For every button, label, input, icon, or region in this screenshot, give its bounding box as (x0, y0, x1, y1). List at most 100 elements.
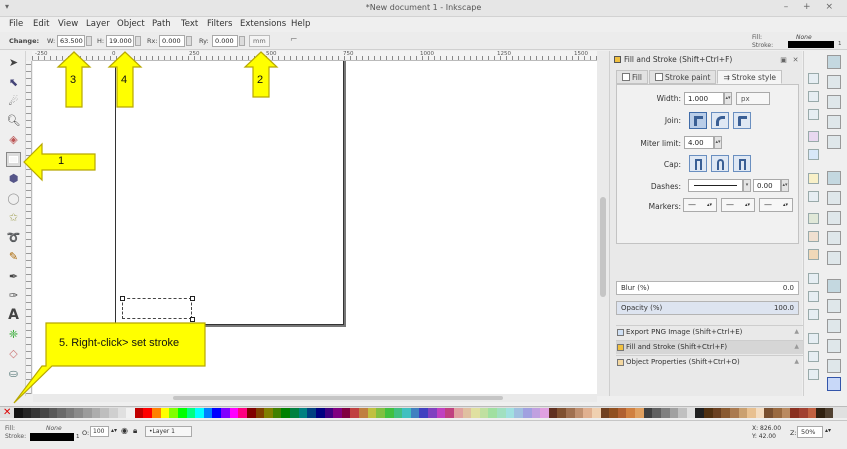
palette-swatch[interactable] (272, 408, 282, 418)
snap-bbox-midpoints-icon[interactable] (827, 135, 841, 149)
rect-height-spinner[interactable] (135, 36, 141, 46)
fill-stroke-section[interactable]: Fill and Stroke (Shift+Ctrl+F) ▲ (616, 340, 803, 354)
palette-swatch[interactable] (48, 408, 58, 418)
pen-tool-icon[interactable]: ✒ (6, 269, 21, 284)
palette-swatch[interactable] (74, 408, 83, 418)
rectangle-tool-icon[interactable] (6, 152, 21, 167)
measure-tool-icon[interactable]: ◈ (6, 132, 21, 147)
menu-help[interactable]: Help (291, 19, 310, 29)
status-fill-value[interactable]: None (46, 425, 62, 432)
palette-swatch[interactable] (307, 408, 316, 418)
palette-swatch[interactable] (531, 408, 541, 418)
snap-page-border-icon[interactable] (827, 359, 841, 373)
snap-cusp-nodes-icon[interactable] (827, 231, 841, 245)
mid-marker-select[interactable]: — ▴▾ (721, 198, 755, 212)
palette-swatch[interactable] (678, 408, 687, 418)
palette-swatch[interactable] (824, 408, 834, 418)
open-document-icon[interactable] (808, 91, 819, 102)
palette-swatch[interactable] (781, 408, 791, 418)
palette-swatch[interactable] (281, 408, 290, 418)
eraser-tool-icon[interactable]: ◇ (6, 346, 21, 361)
palette-swatch[interactable] (773, 408, 782, 418)
palette-swatch[interactable] (169, 408, 178, 418)
palette-swatch[interactable] (721, 408, 730, 418)
group-icon[interactable] (808, 369, 819, 380)
tab-fill[interactable]: Fill (616, 70, 649, 84)
undo-icon[interactable] (808, 173, 819, 184)
zoom-tool-icon[interactable]: 🔍︎ (6, 113, 21, 128)
ellipse-tool-icon[interactable]: ◯ (6, 191, 21, 206)
palette-swatch[interactable] (152, 408, 161, 418)
palette-swatch[interactable] (160, 408, 170, 418)
palette-swatch[interactable] (747, 408, 756, 418)
ry-spinner[interactable] (239, 36, 245, 46)
redo-icon[interactable] (808, 191, 819, 202)
snap-rotation-center-icon[interactable] (827, 319, 841, 333)
status-stroke-swatch[interactable] (30, 433, 74, 441)
object-properties-section[interactable]: Object Properties (Shift+Ctrl+O) ▲ (616, 355, 803, 369)
spiral-tool-icon[interactable]: ➰ (6, 230, 21, 245)
palette-swatch[interactable] (738, 408, 748, 418)
palette-swatch[interactable] (548, 408, 558, 418)
opacity-spinner[interactable]: ▴▾ (111, 427, 117, 434)
snap-bbox-icon[interactable] (827, 75, 841, 89)
zoom-spinner[interactable]: ▴▾ (825, 427, 831, 434)
zoom-page-icon[interactable] (808, 309, 819, 320)
miter-limit-spinner[interactable]: ▴▾ (714, 136, 722, 149)
menu-layer[interactable]: Layer (86, 19, 110, 29)
palette-swatch[interactable] (557, 408, 566, 418)
palette-swatch[interactable] (617, 408, 627, 418)
palette-swatch[interactable] (290, 408, 299, 418)
palette-swatch[interactable] (31, 408, 40, 418)
text-tool-icon[interactable]: A (6, 307, 21, 323)
unit-select[interactable]: mm (249, 35, 270, 47)
palette-swatch[interactable] (479, 408, 489, 418)
palette-swatch[interactable] (626, 408, 635, 418)
palette-swatch[interactable] (22, 408, 32, 418)
palette-swatch[interactable] (195, 408, 204, 418)
snap-grid-icon[interactable] (827, 377, 841, 391)
menu-text[interactable]: Text (181, 19, 198, 29)
menu-view[interactable]: View (58, 19, 78, 29)
palette-swatch[interactable] (600, 408, 610, 418)
palette-swatch[interactable] (514, 408, 523, 418)
palette-swatch[interactable] (298, 408, 308, 418)
palette-swatch[interactable] (643, 408, 653, 418)
palette-swatch[interactable] (410, 408, 420, 418)
palette-swatch[interactable] (384, 408, 394, 418)
snap-paths-icon[interactable] (827, 191, 841, 205)
current-layer-select[interactable]: •Layer 1 (145, 426, 192, 437)
snap-text-baseline-icon[interactable] (827, 339, 841, 353)
palette-swatch[interactable] (221, 408, 230, 418)
node-tool-icon[interactable]: ⬉ (6, 75, 21, 90)
palette-swatch[interactable] (574, 408, 584, 418)
palette-swatch[interactable] (609, 408, 618, 418)
join-miter-button[interactable] (689, 112, 707, 129)
vertical-scrollbar[interactable] (597, 51, 609, 396)
import-icon[interactable] (808, 131, 819, 142)
pencil-tool-icon[interactable]: ✎ (6, 249, 21, 264)
palette-swatch[interactable] (807, 408, 817, 418)
dash-offset-input[interactable]: 0.00 (753, 179, 781, 192)
tab-stroke-style[interactable]: ⇉ Stroke style (717, 70, 783, 84)
cap-square-button[interactable] (733, 155, 751, 172)
cut-icon[interactable] (808, 231, 819, 242)
palette-swatch[interactable] (566, 408, 575, 418)
palette-swatch[interactable] (246, 408, 256, 418)
dialog-iconify-icon[interactable]: ▣ (779, 56, 788, 65)
3dbox-tool-icon[interactable]: ⬢ (6, 171, 21, 186)
palette-swatch[interactable] (117, 408, 127, 418)
snap-centers-icon[interactable] (827, 299, 841, 313)
window-controls[interactable]: – + × (784, 2, 839, 12)
palette-swatch[interactable] (419, 408, 428, 418)
palette-swatch[interactable] (324, 408, 334, 418)
new-document-icon[interactable] (808, 73, 819, 84)
palette-swatch[interactable] (669, 408, 679, 418)
palette-swatch[interactable] (652, 408, 661, 418)
rect-width-input[interactable]: 63.500 (57, 35, 85, 47)
rx-spinner[interactable] (186, 36, 192, 46)
copy-icon[interactable] (808, 213, 819, 224)
palette-swatch[interactable] (712, 408, 722, 418)
opacity-slider[interactable]: Opacity (%) 100.0 (616, 301, 799, 315)
palette-swatch[interactable] (229, 408, 239, 418)
